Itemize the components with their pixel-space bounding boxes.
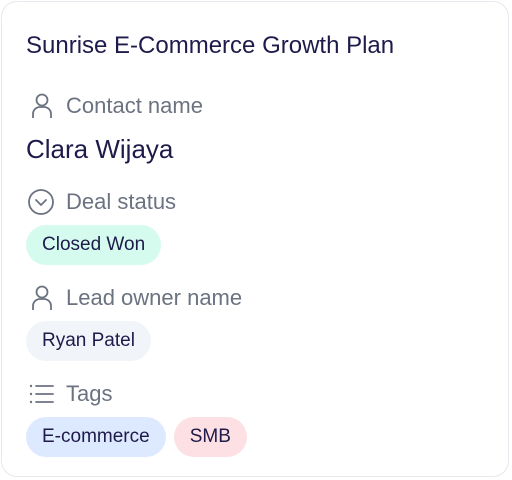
person-icon: [26, 90, 58, 122]
lead-owner-row: Ryan Patel: [26, 321, 151, 361]
card-title: Sunrise E-Commerce Growth Plan: [26, 32, 395, 59]
lead-owner-label: Lead owner name: [66, 285, 243, 310]
tags-row: E-commerce SMB: [26, 417, 247, 457]
lead-owner-chip[interactable]: Ryan Patel: [26, 321, 151, 361]
deal-status-label-row: Deal status: [26, 186, 176, 218]
contact-name-label: Contact name: [66, 93, 203, 118]
tags-label: Tags: [66, 381, 113, 406]
list-icon: [26, 378, 58, 410]
lead-owner-label-row: Lead owner name: [26, 282, 242, 314]
tags-label-row: Tags: [26, 378, 112, 410]
contact-name-value[interactable]: Clara Wijaya: [26, 131, 173, 167]
deal-status-label: Deal status: [66, 189, 177, 214]
deal-card: Sunrise E-Commerce Growth Plan Contact n…: [1, 1, 509, 477]
contact-name-label-row: Contact name: [26, 90, 203, 122]
chevron-circle-icon: [26, 186, 58, 218]
deal-status-row: Closed Won: [26, 225, 162, 265]
tag-chip-smb[interactable]: SMB: [173, 417, 247, 457]
person-icon: [26, 282, 58, 314]
tag-chip-ecommerce[interactable]: E-commerce: [26, 417, 166, 457]
deal-status-badge[interactable]: Closed Won: [26, 225, 162, 265]
